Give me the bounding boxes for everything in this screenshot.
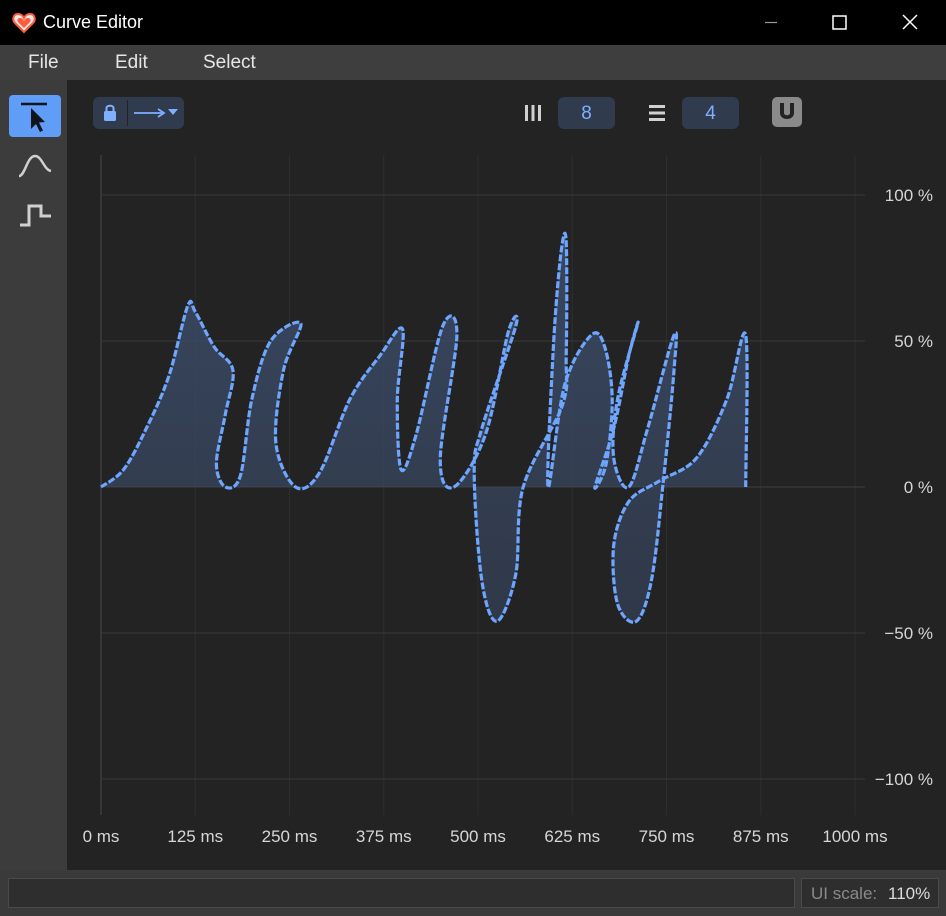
title-bar: Curve Editor [0, 0, 946, 45]
y-tick-label: 0 % [904, 478, 933, 497]
select-tool-button[interactable] [9, 95, 61, 137]
menu-file[interactable]: File [28, 52, 59, 74]
x-tick-label: 375 ms [356, 827, 412, 846]
x-tick-label: 500 ms [450, 827, 506, 846]
maximize-icon [832, 15, 847, 30]
ui-scale-label: UI scale: [811, 884, 878, 903]
pointer-arrow-icon [21, 102, 47, 132]
minimize-icon [765, 21, 777, 24]
step-curve-tool-button[interactable] [9, 194, 61, 236]
y-tick-label: −50 % [884, 624, 933, 643]
x-tick-label: 0 ms [83, 827, 120, 846]
status-bar: UI scale: 110% [0, 870, 946, 916]
menu-bar: File Edit Select [0, 45, 946, 80]
ui-scale-value: 110% [888, 884, 931, 903]
y-tick-label: −100 % [875, 770, 933, 789]
x-tick-label: 750 ms [639, 827, 695, 846]
y-tick-label: 50 % [894, 332, 933, 351]
x-tick-label: 625 ms [544, 827, 600, 846]
x-tick-label: 1000 ms [822, 827, 887, 846]
y-tick-label: 100 % [885, 186, 933, 205]
window-title: Curve Editor [43, 12, 144, 32]
ui-scale-box[interactable]: UI scale: 110% [801, 878, 939, 908]
status-message [8, 878, 795, 908]
maximize-button[interactable] [817, 0, 863, 45]
minimize-button[interactable] [748, 0, 794, 45]
close-icon [902, 14, 918, 30]
menu-select[interactable]: Select [203, 52, 256, 74]
heart-app-icon [12, 12, 36, 34]
curve-plot[interactable]: 0 ms 125 ms 250 ms 375 ms 500 ms 625 ms 750 ms… [67, 80, 946, 870]
curve-fill [101, 233, 748, 623]
close-button[interactable] [887, 0, 933, 45]
tool-strip [0, 80, 67, 870]
menu-edit[interactable]: Edit [115, 52, 148, 74]
smooth-curve-icon [18, 154, 52, 178]
step-curve-icon [20, 204, 51, 227]
x-tick-label: 125 ms [167, 827, 223, 846]
x-tick-label: 250 ms [262, 827, 318, 846]
curve-editor-area: 8 4 0 ms 125 ms 250 ms 375 ms 500 ms 625 ms 75… [67, 80, 946, 870]
x-tick-label: 875 ms [733, 827, 789, 846]
smooth-curve-tool-button[interactable] [9, 144, 61, 186]
